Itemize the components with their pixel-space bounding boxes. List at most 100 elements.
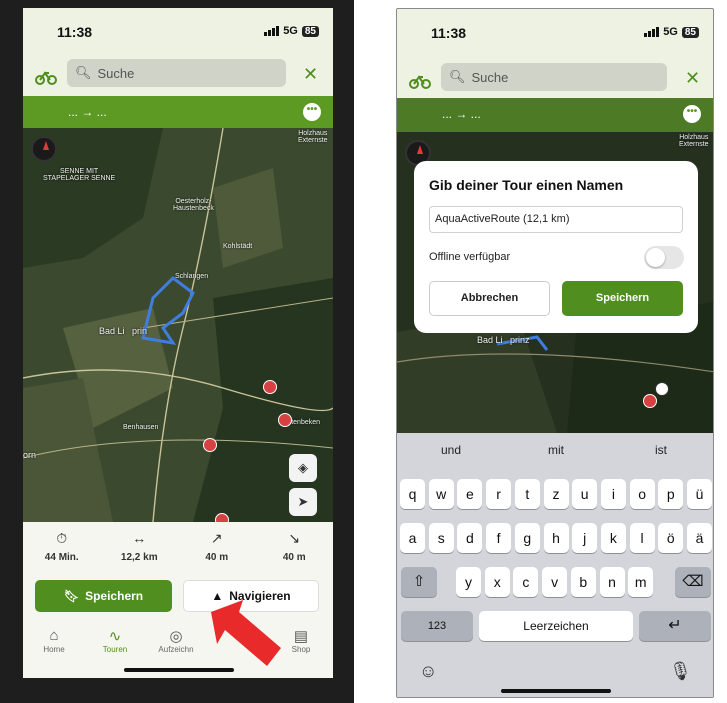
key-row-3: ⇧ ⌫ yxcvbnm bbox=[397, 567, 713, 597]
key-a[interactable]: a bbox=[400, 523, 425, 553]
key-c[interactable]: c bbox=[513, 567, 539, 597]
map-label-born: orn bbox=[23, 450, 37, 460]
key-s[interactable]: s bbox=[428, 523, 454, 553]
tab-label: Aufzeichn bbox=[158, 645, 194, 654]
poi-marker[interactable] bbox=[263, 380, 277, 394]
left-phone-screen: 11:38 5G 85 🔍︎ Suche ✕ ... → ... ••• SEN… bbox=[23, 8, 333, 678]
record-icon: ◎ bbox=[169, 628, 183, 645]
search-input[interactable]: 🔍︎ Suche bbox=[67, 59, 286, 87]
map-label-benhausen: Benhausen bbox=[123, 424, 159, 431]
bookmark-icon: 🔖︎ bbox=[63, 589, 80, 603]
return-key[interactable]: ↵ bbox=[639, 611, 711, 641]
offline-toggle[interactable] bbox=[644, 246, 684, 269]
stat-item: ↗ 40 m bbox=[178, 522, 256, 574]
emoji-icon[interactable]: ☺ bbox=[419, 661, 437, 682]
signal-icon bbox=[644, 27, 660, 37]
key-b[interactable]: b bbox=[570, 567, 596, 597]
map-label-bad-lippspringe: Bad Li prin bbox=[99, 326, 148, 336]
status-bar: 11:38 5G 85 bbox=[397, 9, 713, 55]
stat-descent: 40 m bbox=[282, 552, 306, 563]
key-v[interactable]: v bbox=[542, 567, 568, 597]
stat-item: ↘ 40 m bbox=[256, 522, 334, 574]
close-icon[interactable]: ✕ bbox=[303, 64, 318, 85]
key-i[interactable]: i bbox=[600, 479, 626, 509]
route-icon: ∿ bbox=[108, 628, 122, 645]
save-button[interactable]: 🔖︎ Speichern bbox=[35, 580, 172, 612]
numbers-key[interactable]: 123 bbox=[401, 611, 473, 641]
save-button[interactable]: Speichern bbox=[562, 281, 683, 316]
poi-marker[interactable] bbox=[643, 394, 657, 408]
backspace-key[interactable]: ⌫ bbox=[675, 567, 711, 597]
key-k[interactable]: k bbox=[600, 523, 626, 553]
layers-button[interactable]: ◈ bbox=[289, 454, 317, 482]
key-q[interactable]: q bbox=[400, 479, 425, 509]
key-t[interactable]: t bbox=[514, 479, 540, 509]
key-ü[interactable]: ü bbox=[687, 479, 712, 509]
key-n[interactable]: n bbox=[599, 567, 625, 597]
key-ä[interactable]: ä bbox=[687, 523, 712, 553]
suggestion[interactable]: und bbox=[401, 443, 501, 457]
key-z[interactable]: z bbox=[543, 479, 569, 509]
route-bar: ... → ... ••• bbox=[23, 96, 333, 128]
map-label-kohlstadt: Kohlstädt bbox=[223, 243, 253, 250]
key-d[interactable]: d bbox=[457, 523, 483, 553]
tab-home[interactable]: ⌂ Home bbox=[24, 627, 84, 654]
bike-icon[interactable] bbox=[35, 67, 57, 87]
poi-marker[interactable] bbox=[655, 382, 669, 396]
tab-touren[interactable]: ∿ Touren bbox=[85, 627, 145, 654]
shift-key[interactable]: ⇧ bbox=[401, 567, 437, 597]
status-time: 11:38 bbox=[57, 24, 93, 40]
status-indicators: 5G 85 bbox=[644, 26, 699, 38]
tour-name-input[interactable]: AquaActiveRoute (12,1 km) bbox=[429, 206, 683, 233]
key-f[interactable]: f bbox=[486, 523, 512, 553]
key-x[interactable]: x bbox=[484, 567, 510, 597]
key-ö[interactable]: ö bbox=[658, 523, 684, 553]
bike-icon[interactable] bbox=[409, 71, 431, 91]
signal-icon bbox=[264, 26, 280, 36]
search-input[interactable]: 🔍︎ Suche bbox=[441, 63, 667, 91]
cancel-button[interactable]: Abbrechen bbox=[429, 281, 550, 316]
poi-marker[interactable] bbox=[203, 438, 217, 452]
home-icon: ⌂ bbox=[49, 627, 59, 644]
space-key[interactable]: Leerzeichen bbox=[479, 611, 633, 641]
key-h[interactable]: h bbox=[543, 523, 569, 553]
suggestion[interactable]: mit bbox=[506, 443, 606, 457]
key-r[interactable]: r bbox=[486, 479, 512, 509]
route-label[interactable]: ... → ... bbox=[442, 107, 481, 121]
key-u[interactable]: u bbox=[572, 479, 598, 509]
key-y[interactable]: y bbox=[456, 567, 481, 597]
key-j[interactable]: j bbox=[572, 523, 598, 553]
battery-icon: 85 bbox=[681, 26, 699, 38]
key-m[interactable]: m bbox=[628, 567, 654, 597]
more-options-icon[interactable]: ••• bbox=[303, 103, 321, 121]
key-w[interactable]: w bbox=[428, 479, 454, 509]
name-tour-dialog: Gib deiner Tour einen Namen AquaActiveRo… bbox=[414, 161, 698, 333]
network-label: 5G bbox=[283, 25, 298, 37]
tab-aufzeichnen[interactable]: ◎ Aufzeichn bbox=[146, 627, 206, 654]
tab-label: Home bbox=[43, 645, 65, 654]
route-label[interactable]: ... → ... bbox=[68, 105, 107, 119]
key-l[interactable]: l bbox=[629, 523, 655, 553]
key-row-4: 123 Leerzeichen ↵ bbox=[397, 611, 713, 641]
status-bar: 11:38 5G 85 bbox=[23, 8, 333, 54]
map-view[interactable]: SENNE MIT STAPELAGER SENNE Oesterholz- H… bbox=[23, 128, 333, 522]
poi-marker[interactable] bbox=[215, 513, 229, 522]
compass-icon[interactable] bbox=[31, 136, 57, 162]
search-row: 🔍︎ Suche ✕ bbox=[397, 62, 713, 102]
locate-button[interactable]: ➤ bbox=[289, 488, 317, 516]
poi-marker[interactable] bbox=[278, 413, 292, 427]
key-o[interactable]: o bbox=[629, 479, 655, 509]
key-p[interactable]: p bbox=[658, 479, 684, 509]
microphone-icon[interactable]: 🎙︎ bbox=[669, 661, 692, 682]
key-e[interactable]: e bbox=[457, 479, 483, 509]
more-options-icon[interactable]: ••• bbox=[683, 105, 701, 123]
tab-bar: ⌂ Home ∿ Touren ◎ Aufzeichn ▤ Shop bbox=[23, 619, 333, 678]
map-terrain bbox=[23, 128, 333, 522]
stat-duration: 44 Min. bbox=[44, 552, 79, 563]
close-icon[interactable]: ✕ bbox=[685, 68, 700, 89]
status-indicators: 5G 85 bbox=[264, 25, 319, 37]
save-button-label: Speichern bbox=[85, 589, 144, 603]
key-g[interactable]: g bbox=[514, 523, 540, 553]
key-row-1: qwertzuiopü bbox=[397, 479, 713, 509]
suggestion[interactable]: ist bbox=[611, 443, 711, 457]
